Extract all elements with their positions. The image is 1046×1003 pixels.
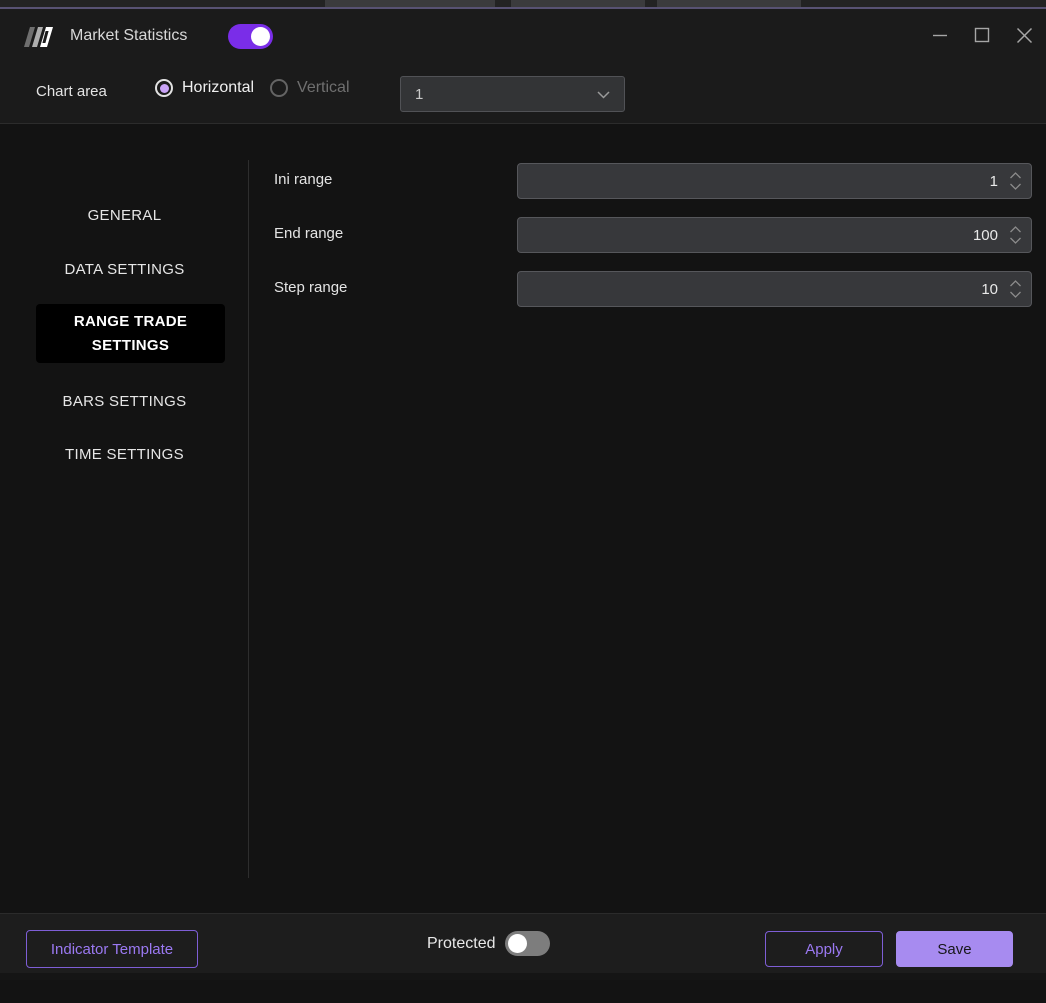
indicator-enabled-toggle[interactable] <box>228 24 273 49</box>
sidebar-item-range-trade-settings[interactable]: RANGE TRADE SETTINGS <box>36 304 225 363</box>
toggle-knob <box>508 934 527 953</box>
window-title: Market Statistics <box>70 27 187 45</box>
maximize-icon[interactable] <box>968 21 996 49</box>
stepper-up-down-icon[interactable] <box>1008 278 1023 300</box>
protected-group: Protected <box>427 931 550 956</box>
toggle-knob <box>251 27 270 46</box>
chart-area-label: Chart area <box>36 83 107 100</box>
sidebar-item-time-settings[interactable]: TIME SETTINGS <box>0 444 249 466</box>
settings-sidebar: GENERAL DATA SETTINGS RANGE TRADE SETTIN… <box>0 160 249 1003</box>
sidebar-item-general[interactable]: GENERAL <box>0 205 249 227</box>
stepper-up-down-icon[interactable] <box>1008 170 1023 192</box>
window-bottom-edge <box>0 973 1046 980</box>
minimize-icon[interactable] <box>926 21 954 49</box>
step-range-input[interactable] <box>530 281 998 298</box>
form-row-end-range: End range <box>249 217 1046 253</box>
background-tab <box>511 0 645 7</box>
ini-range-field <box>517 163 1032 199</box>
app-logo-slashes-icon <box>18 21 58 53</box>
indicator-template-button[interactable]: Indicator Template <box>26 930 198 968</box>
chart-area-row: Chart area Horizontal Vertical 1 <box>0 65 1046 123</box>
dropdown-selected-value: 1 <box>415 86 597 103</box>
ini-range-input[interactable] <box>530 173 998 190</box>
radio-horizontal[interactable]: Horizontal <box>155 79 254 97</box>
radio-selected-icon <box>155 79 173 97</box>
sidebar-item-bars-settings[interactable]: BARS SETTINGS <box>0 391 249 413</box>
step-range-field <box>517 271 1032 307</box>
dialog-footer: Indicator Template Protected Apply Save <box>0 913 1046 973</box>
form-row-ini-range: Ini range <box>249 163 1046 199</box>
chart-area-orientation-radios: Horizontal Vertical <box>155 79 350 97</box>
protected-label: Protected <box>427 935 495 953</box>
chevron-down-icon <box>597 86 610 103</box>
ini-range-label: Ini range <box>274 171 332 188</box>
radio-vertical[interactable]: Vertical <box>270 79 349 97</box>
radio-vertical-label: Vertical <box>297 79 349 97</box>
end-range-field <box>517 217 1032 253</box>
background-windows-strip <box>0 0 1046 9</box>
window-controls <box>926 21 1038 49</box>
apply-button[interactable]: Apply <box>765 931 883 967</box>
stepper-up-down-icon[interactable] <box>1008 224 1023 246</box>
title-bar: Market Statistics <box>0 9 1046 65</box>
radio-unselected-icon <box>270 79 288 97</box>
dialog-header: Market Statistics Chart area Horizontal <box>0 9 1046 124</box>
save-button[interactable]: Save <box>896 931 1013 967</box>
form-row-step-range: Step range <box>249 271 1046 307</box>
background-tab <box>657 0 801 7</box>
end-range-input[interactable] <box>530 227 998 244</box>
radio-horizontal-label: Horizontal <box>182 79 254 97</box>
end-range-label: End range <box>274 225 343 242</box>
close-icon[interactable] <box>1010 21 1038 49</box>
chart-area-number-dropdown[interactable]: 1 <box>400 76 625 112</box>
protected-toggle[interactable] <box>505 931 550 956</box>
background-tab <box>325 0 495 7</box>
step-range-label: Step range <box>274 279 347 296</box>
sidebar-item-data-settings[interactable]: DATA SETTINGS <box>0 259 249 281</box>
radio-dot <box>160 84 169 93</box>
settings-content: GENERAL DATA SETTINGS RANGE TRADE SETTIN… <box>0 125 1046 913</box>
